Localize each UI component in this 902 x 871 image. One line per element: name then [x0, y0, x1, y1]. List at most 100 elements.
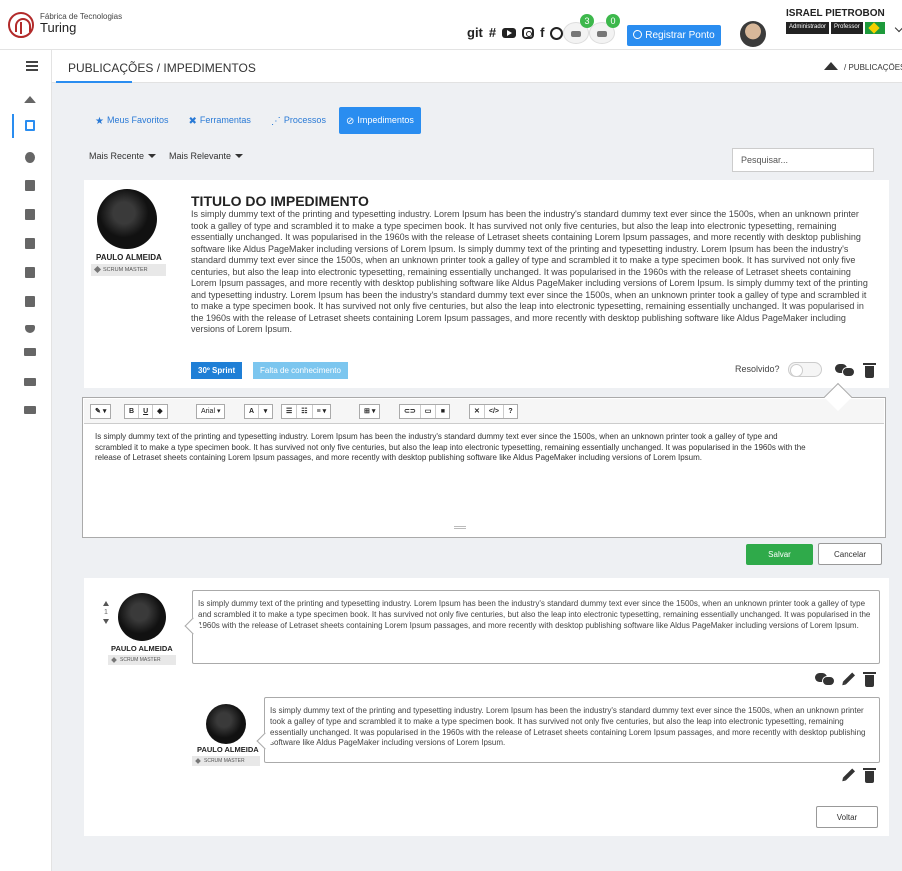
avatar[interactable] [206, 704, 246, 744]
youtube-icon[interactable] [502, 28, 517, 38]
logo-name: Turing [40, 20, 77, 35]
role-badge-admin: Administrador [786, 22, 830, 34]
menu-icon[interactable] [26, 61, 38, 71]
sidebar-item-clipboard[interactable] [0, 261, 52, 285]
tab-processes[interactable]: ⋰ Processos [264, 107, 333, 134]
trash-icon[interactable] [863, 363, 876, 378]
style-button[interactable]: ✎ ▾ [91, 405, 110, 418]
alerts-count: 0 [606, 14, 620, 28]
tab-impediments[interactable]: ⊘ Impedimentos [338, 107, 421, 134]
tag-sprint[interactable]: 30º Sprint [191, 362, 243, 379]
upvote-icon[interactable] [103, 601, 109, 606]
caret-down-icon: ▾ [322, 408, 327, 415]
sidebar-item-schedule[interactable] [0, 290, 52, 314]
tag-knowledge[interactable]: Falta de conhecimento [253, 362, 348, 379]
turing-logo-icon [8, 12, 34, 38]
reply-icon[interactable] [815, 673, 835, 686]
tab-favorites[interactable]: ★ Meus Favoritos [88, 107, 176, 134]
git-icon[interactable]: git [467, 24, 483, 42]
filter-relevant[interactable]: Mais Relevante [169, 151, 244, 161]
color-dropdown[interactable]: ▾ [259, 405, 272, 418]
sidebar-item-calendar[interactable] [0, 203, 52, 227]
tab-tools-label: Ferramentas [199, 115, 251, 125]
save-button[interactable]: Salvar [746, 544, 813, 565]
mail-icon [571, 31, 581, 37]
breadcrumb[interactable]: / PUBLICAÇÕES [844, 63, 902, 72]
instagram-icon[interactable] [522, 27, 535, 39]
tb-insert-group: ⊂⊃ ▭ ■ [399, 404, 451, 419]
trash-icon[interactable] [863, 768, 876, 783]
page-title: PUBLICAÇÕES / IMPEDIMENTOS [68, 61, 256, 75]
sidebar-item-users[interactable] [0, 146, 52, 170]
user-name: ISRAEL PIETROBON [786, 8, 885, 19]
social-links: git # f [467, 24, 564, 42]
comments-icon[interactable] [835, 364, 855, 377]
table-icon: ⊞ [364, 408, 370, 415]
truck-icon [24, 406, 36, 414]
register-ponto-label: Registrar Ponto [645, 30, 715, 41]
editor-content[interactable]: Is simply dummy text of the printing and… [95, 432, 815, 464]
monitor-icon [24, 348, 36, 356]
fullscreen-button[interactable]: ✕ [470, 405, 485, 418]
user-avatar[interactable] [740, 21, 766, 47]
resize-handle[interactable] [454, 526, 466, 529]
help-button[interactable]: ? [504, 405, 517, 418]
video-button[interactable]: ■ [436, 405, 449, 418]
tab-impediments-label: Impedimentos [357, 115, 414, 125]
avatar[interactable] [118, 593, 166, 641]
caret-down-icon [235, 154, 244, 158]
unordered-list-button[interactable]: ☰ [282, 405, 298, 418]
ordered-list-button[interactable]: ☷ [297, 405, 313, 418]
alerts-button[interactable]: 0 [589, 14, 620, 44]
tab-bar: ★ Meus Favoritos ✖ Ferramentas ⋰ Processos … [88, 107, 427, 134]
comment-author: PAULO ALMEIDA [111, 644, 173, 653]
sidebar-item-car[interactable] [0, 362, 52, 386]
clear-format-button[interactable]: ◆ [153, 405, 166, 418]
brazil-flag-icon[interactable] [864, 22, 885, 34]
filter-relevant-label: Mais Relevante [169, 151, 232, 161]
edit-icon[interactable] [842, 768, 856, 781]
cancel-button[interactable]: Cancelar [818, 543, 882, 565]
register-ponto-button[interactable]: Registrar Ponto [627, 25, 721, 46]
chevron-down-icon[interactable] [894, 23, 902, 33]
back-button[interactable]: Voltar [816, 806, 878, 828]
comment-bubble: Is simply dummy text of the printing and… [192, 590, 880, 664]
font-select[interactable]: Arial ▾ [197, 405, 224, 418]
resolved-toggle[interactable] [788, 362, 822, 377]
avatar[interactable] [97, 189, 157, 249]
sidebar-item-truck[interactable] [0, 390, 52, 414]
sidebar-item-monitor[interactable] [0, 332, 52, 356]
sidebar-item-id-card[interactable] [0, 174, 52, 198]
facebook-icon[interactable]: f [540, 24, 544, 42]
app-logo[interactable]: Fábrica de Tecnologias Turing [8, 12, 204, 40]
sidebar-item-publications[interactable] [0, 114, 52, 138]
sidebar-item-files[interactable] [0, 232, 52, 256]
messages-button[interactable]: 3 [563, 14, 594, 44]
trash-icon[interactable] [863, 672, 876, 687]
caret-down-icon: ▾ [371, 408, 376, 415]
post-author-role: SCRUM MASTER [91, 264, 166, 276]
process-icon: ⋰ [270, 116, 281, 127]
tab-tools[interactable]: ✖ Ferramentas [182, 107, 258, 134]
code-view-button[interactable]: </> [485, 405, 504, 418]
slack-icon[interactable]: # [489, 24, 496, 42]
filter-recent-label: Mais Recente [89, 151, 145, 161]
tb-style-group: ✎ ▾ [90, 404, 112, 419]
bold-button[interactable]: B [125, 405, 140, 418]
align-button[interactable]: ≡ ▾ [313, 405, 331, 418]
downvote-icon[interactable] [103, 619, 109, 624]
tb-view-group: ✕ </> ? [469, 404, 518, 419]
underline-button[interactable]: U [139, 405, 154, 418]
edit-icon[interactable] [842, 672, 856, 685]
image-button[interactable]: ▭ [421, 405, 437, 418]
tab-processes-label: Processos [283, 115, 326, 125]
page-header: PUBLICAÇÕES / IMPEDIMENTOS / PUBLICAÇÕES [52, 50, 902, 83]
whatsapp-icon[interactable] [550, 26, 564, 40]
link-button[interactable]: ⊂⊃ [400, 405, 421, 418]
filter-recent[interactable]: Mais Recente [89, 151, 157, 161]
table-button[interactable]: ⊞ ▾ [360, 405, 379, 418]
breadcrumb-home-icon[interactable] [824, 62, 838, 70]
search-input[interactable] [732, 148, 874, 172]
color-button[interactable]: A [245, 405, 260, 418]
sidebar-item-home[interactable] [0, 92, 52, 116]
